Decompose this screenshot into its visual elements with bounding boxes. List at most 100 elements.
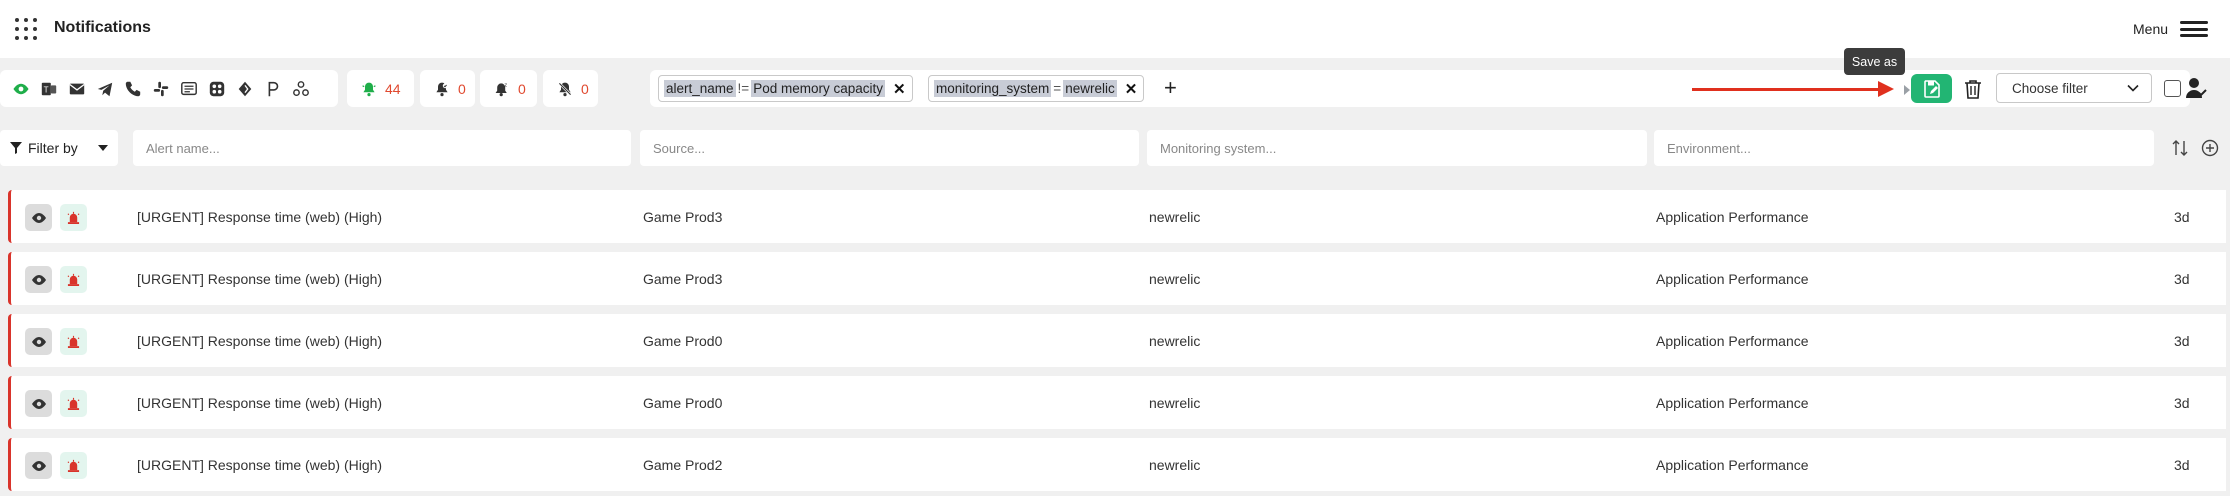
table-row[interactable]: [URGENT] Response time (web) (High) Game… bbox=[8, 438, 2226, 491]
table-row[interactable]: [URGENT] Response time (web) (High) Game… bbox=[8, 314, 2226, 367]
source-cell: Game Prod2 bbox=[643, 457, 723, 473]
matrix-icon[interactable] bbox=[204, 76, 230, 102]
environment-cell: Application Performance bbox=[1656, 209, 1809, 225]
select-all-checkbox[interactable] bbox=[2164, 80, 2181, 97]
caret-down-icon bbox=[98, 145, 108, 151]
eye-icon bbox=[31, 398, 46, 409]
annotation-arrow-head bbox=[1878, 81, 1894, 97]
remove-filter-icon[interactable]: ✕ bbox=[1125, 80, 1138, 98]
view-button[interactable] bbox=[25, 266, 52, 293]
sort-icon[interactable] bbox=[2170, 138, 2190, 158]
counter-acknowledged-value: 0 bbox=[458, 80, 466, 97]
filter-field: monitoring_system bbox=[934, 80, 1052, 97]
filter-by-dropdown[interactable]: Filter by bbox=[0, 130, 118, 166]
integrations-icon[interactable] bbox=[288, 76, 314, 102]
svg-text:T: T bbox=[44, 85, 49, 94]
filter-value: newrelic bbox=[1063, 80, 1117, 97]
slack-icon[interactable] bbox=[148, 76, 174, 102]
email-icon[interactable] bbox=[64, 76, 90, 102]
trash-icon bbox=[1965, 80, 1981, 99]
table-row[interactable]: [URGENT] Response time (web) (High) Game… bbox=[8, 252, 2226, 305]
table-row[interactable]: [URGENT] Response time (web) (High) Game… bbox=[8, 376, 2226, 429]
age-cell: 3d bbox=[2174, 333, 2190, 349]
phone-icon[interactable] bbox=[120, 76, 146, 102]
counter-alerts[interactable]: 44 bbox=[347, 70, 414, 107]
counter-snoozed-value: 0 bbox=[518, 80, 526, 97]
counter-snoozed[interactable]: z 0 bbox=[480, 70, 537, 107]
active-filters-bar: alert_name != Pod memory capacity ✕ moni… bbox=[650, 70, 2190, 107]
filter-by-label: Filter by bbox=[28, 140, 78, 156]
save-as-button[interactable] bbox=[1911, 74, 1952, 103]
source-search-input[interactable] bbox=[640, 130, 1139, 166]
tooltip-caret bbox=[1904, 85, 1910, 95]
monitoring-cell: newrelic bbox=[1149, 333, 1201, 349]
siren-icon bbox=[67, 273, 80, 286]
counter-acknowledged[interactable]: 0 bbox=[420, 70, 475, 107]
environment-cell: Application Performance bbox=[1656, 271, 1809, 287]
age-cell: 3d bbox=[2174, 395, 2190, 411]
delete-filter-button[interactable] bbox=[1961, 76, 1985, 102]
source-cell: Game Prod0 bbox=[643, 333, 723, 349]
filter-chip-monitoring-system[interactable]: monitoring_system = newrelic ✕ bbox=[928, 75, 1145, 102]
monitoring-system-search-input[interactable] bbox=[1147, 130, 1647, 166]
filter-operator: != bbox=[737, 81, 750, 96]
filter-operator: = bbox=[1053, 81, 1062, 96]
severity-badge[interactable] bbox=[60, 204, 87, 231]
webhook-icon[interactable] bbox=[232, 76, 258, 102]
table-row[interactable]: [URGENT] Response time (web) (High) Game… bbox=[8, 190, 2226, 243]
hamburger-menu-icon[interactable] bbox=[2180, 21, 2208, 37]
age-cell: 3d bbox=[2174, 209, 2190, 225]
choose-filter-select[interactable]: Choose filter bbox=[1996, 73, 2152, 103]
alert-name-cell: [URGENT] Response time (web) (High) bbox=[137, 271, 383, 287]
filter-chip-alert-name[interactable]: alert_name != Pod memory capacity ✕ bbox=[658, 75, 913, 102]
apps-grid-icon[interactable] bbox=[15, 18, 37, 40]
view-button[interactable] bbox=[25, 452, 52, 479]
menu-label[interactable]: Menu bbox=[2133, 21, 2168, 37]
environment-search-input[interactable] bbox=[1654, 130, 2154, 166]
eye-icon bbox=[31, 212, 46, 223]
counter-alerts-value: 44 bbox=[385, 80, 401, 97]
eye-icon bbox=[31, 336, 46, 347]
sms-icon[interactable] bbox=[176, 76, 202, 102]
telegram-icon[interactable] bbox=[92, 76, 118, 102]
alert-name-cell: [URGENT] Response time (web) (High) bbox=[137, 209, 383, 225]
view-button[interactable] bbox=[25, 390, 52, 417]
user-assign-icon[interactable] bbox=[2185, 76, 2207, 100]
source-cell: Game Prod0 bbox=[643, 395, 723, 411]
age-cell: 3d bbox=[2174, 457, 2190, 473]
bell-off-icon bbox=[558, 82, 572, 96]
severity-badge[interactable] bbox=[60, 452, 87, 479]
bell-snooze-icon: z bbox=[495, 82, 507, 96]
siren-icon bbox=[67, 335, 80, 348]
pushover-icon[interactable] bbox=[260, 76, 286, 102]
add-column-icon[interactable] bbox=[2200, 138, 2220, 158]
monitoring-cell: newrelic bbox=[1149, 271, 1201, 287]
counter-muted[interactable]: 0 bbox=[543, 70, 598, 107]
teams-icon[interactable]: T bbox=[36, 76, 62, 102]
source-cell: Game Prod3 bbox=[643, 271, 723, 287]
source-cell: Game Prod3 bbox=[643, 209, 723, 225]
filter-field: alert_name bbox=[664, 80, 736, 97]
view-button[interactable] bbox=[25, 328, 52, 355]
severity-badge[interactable] bbox=[60, 390, 87, 417]
choose-filter-label: Choose filter bbox=[2012, 80, 2088, 96]
severity-badge[interactable] bbox=[60, 328, 87, 355]
siren-icon bbox=[67, 211, 80, 224]
environment-cell: Application Performance bbox=[1656, 333, 1809, 349]
funnel-icon bbox=[10, 142, 22, 154]
bell-alert-icon bbox=[362, 82, 376, 96]
severity-badge[interactable] bbox=[60, 266, 87, 293]
alert-name-search-input[interactable] bbox=[133, 130, 631, 166]
alert-name-cell: [URGENT] Response time (web) (High) bbox=[137, 457, 383, 473]
add-filter-button[interactable]: + bbox=[1164, 75, 1177, 101]
eye-icon[interactable] bbox=[8, 76, 34, 102]
svg-text:z: z bbox=[504, 82, 507, 88]
annotation-arrow bbox=[1692, 88, 1880, 91]
siren-icon bbox=[67, 459, 80, 472]
siren-icon bbox=[67, 397, 80, 410]
channel-filter-group: T bbox=[0, 70, 338, 107]
chevron-down-icon bbox=[2127, 84, 2139, 92]
remove-filter-icon[interactable]: ✕ bbox=[893, 80, 906, 98]
counter-muted-value: 0 bbox=[581, 80, 589, 97]
view-button[interactable] bbox=[25, 204, 52, 231]
